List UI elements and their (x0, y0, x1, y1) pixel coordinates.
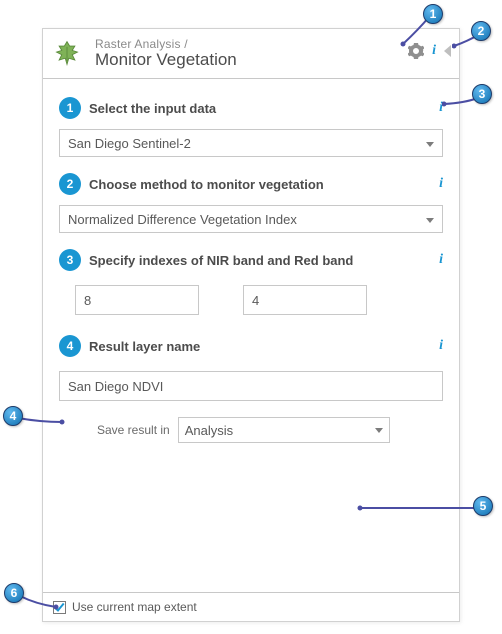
step-badge-3: 3 (59, 249, 81, 271)
panel-footer: Use current map extent (43, 592, 459, 621)
section-title-input: Select the input data (89, 101, 216, 116)
leaf-icon (53, 39, 81, 67)
panel-body: 1 Select the input data i San Diego Sent… (43, 79, 459, 449)
gear-icon[interactable] (408, 43, 424, 59)
callout-2: 2 (471, 21, 491, 41)
red-band-input[interactable] (243, 285, 367, 315)
section-input-data: 1 Select the input data i San Diego Sent… (59, 97, 443, 157)
section-title-result: Result layer name (89, 339, 200, 354)
monitor-vegetation-panel: Raster Analysis / Monitor Vegetation i 1… (42, 28, 460, 622)
collapse-icon[interactable] (444, 45, 451, 57)
section-title-bands: Specify indexes of NIR band and Red band (89, 253, 353, 268)
step-badge-1: 1 (59, 97, 81, 119)
step-badge-4: 4 (59, 335, 81, 357)
use-extent-label: Use current map extent (72, 600, 197, 614)
section-bands: 3 Specify indexes of NIR band and Red ba… (59, 249, 443, 315)
step-badge-2: 2 (59, 173, 81, 195)
info-icon-result[interactable]: i (439, 338, 443, 354)
callout-3: 3 (472, 84, 492, 104)
panel-title: Monitor Vegetation (95, 50, 447, 70)
use-extent-checkbox[interactable] (53, 601, 66, 614)
section-result: 4 Result layer name i Save result in Ana… (59, 335, 443, 443)
input-data-value: San Diego Sentinel-2 (68, 136, 191, 151)
input-data-select[interactable]: San Diego Sentinel-2 (59, 129, 443, 157)
method-value: Normalized Difference Vegetation Index (68, 212, 297, 227)
save-label: Save result in (97, 423, 170, 437)
callout-1: 1 (423, 4, 443, 24)
save-folder-select[interactable]: Analysis (178, 417, 390, 443)
panel-header: Raster Analysis / Monitor Vegetation i (43, 29, 459, 79)
callout-5: 5 (473, 496, 493, 516)
save-folder-value: Analysis (185, 423, 233, 438)
method-select[interactable]: Normalized Difference Vegetation Index (59, 205, 443, 233)
info-icon-method[interactable]: i (439, 176, 443, 192)
callout-6: 6 (4, 583, 24, 603)
section-method: 2 Choose method to monitor vegetation i … (59, 173, 443, 233)
result-name-input[interactable] (59, 371, 443, 401)
section-title-method: Choose method to monitor vegetation (89, 177, 324, 192)
panel-info-icon[interactable]: i (432, 43, 436, 59)
info-icon-input[interactable]: i (439, 100, 443, 116)
nir-band-input[interactable] (75, 285, 199, 315)
callout-4: 4 (3, 406, 23, 426)
info-icon-bands[interactable]: i (439, 252, 443, 268)
breadcrumb[interactable]: Raster Analysis / (95, 37, 447, 51)
